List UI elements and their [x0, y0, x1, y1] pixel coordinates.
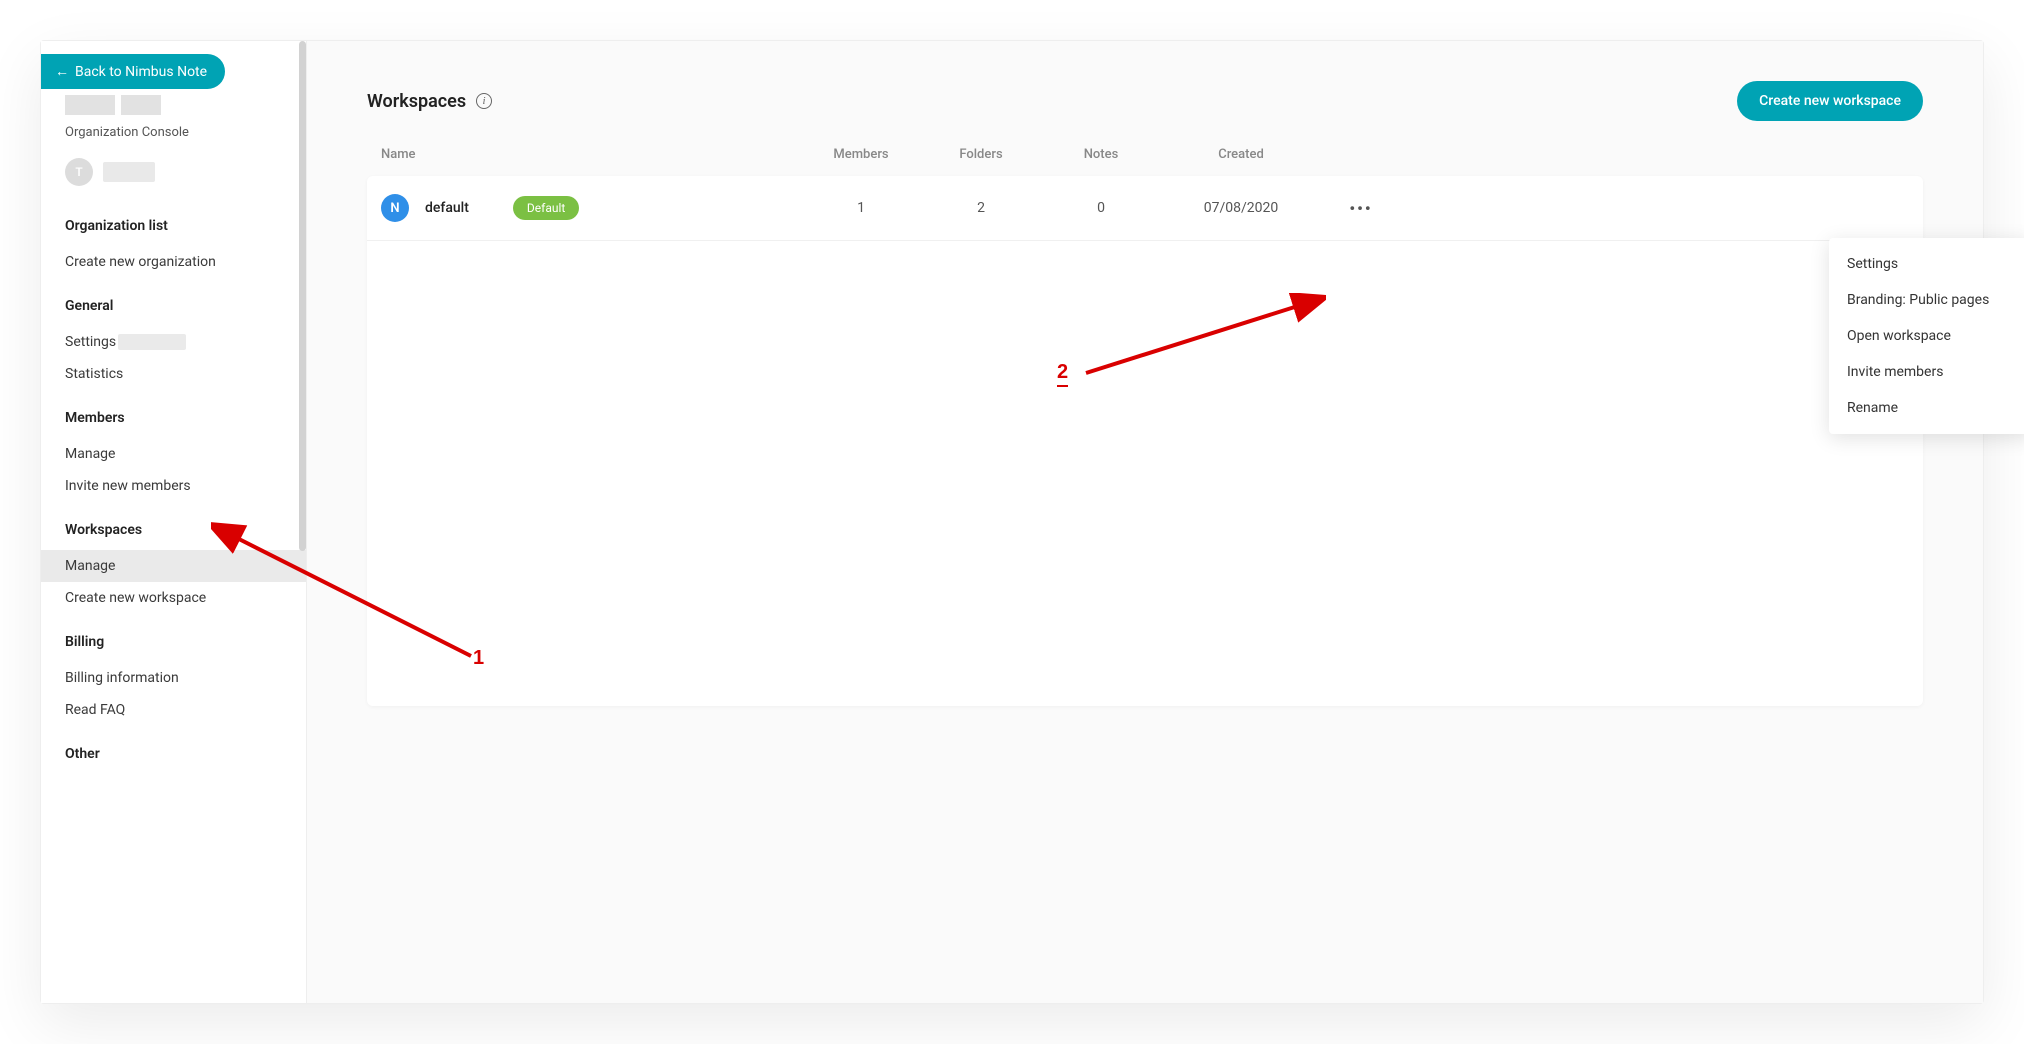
user-name-placeholder	[103, 162, 155, 182]
nav-heading: General	[41, 298, 306, 326]
main-header: Workspaces i Create new workspace	[367, 81, 1923, 121]
nav-item-members-manage[interactable]: Manage	[41, 438, 306, 470]
workspace-name: default	[425, 200, 469, 216]
user-block[interactable]: T	[41, 158, 306, 204]
row-actions-button[interactable]: •••	[1321, 199, 1401, 218]
menu-item-settings[interactable]: Settings	[1829, 246, 2024, 282]
back-to-nimbus-button[interactable]: ← Back to Nimbus Note	[41, 54, 225, 89]
menu-item-rename[interactable]: Rename	[1829, 390, 2024, 426]
page-title: Workspaces	[367, 91, 466, 112]
org-block: Organization Console	[41, 95, 306, 158]
info-icon[interactable]: i	[476, 93, 492, 109]
nav-section-members: Members Manage Invite new members	[41, 396, 306, 508]
sidebar: Organization Console T Organization list…	[41, 41, 307, 1003]
th-notes: Notes	[1041, 147, 1161, 162]
th-created: Created	[1161, 147, 1321, 162]
org-console-label: Organization Console	[65, 125, 282, 140]
back-button-label: Back to Nimbus Note	[75, 64, 207, 80]
nav-item-read-faq[interactable]: Read FAQ	[41, 694, 306, 726]
settings-badge-placeholder	[118, 334, 186, 350]
cell-members: 1	[801, 200, 921, 216]
table-header: Name Members Folders Notes Created	[367, 147, 1923, 176]
nav-heading: Other	[41, 746, 306, 774]
nav-item-statistics[interactable]: Statistics	[41, 358, 306, 390]
sidebar-scrollbar[interactable]	[299, 41, 306, 551]
page-title-wrap: Workspaces i	[367, 91, 492, 112]
nav-section-organization: Organization list Create new organizatio…	[41, 204, 306, 284]
nav-item-billing-info[interactable]: Billing information	[41, 662, 306, 694]
avatar: T	[65, 158, 93, 186]
nav-item-create-workspace[interactable]: Create new workspace	[41, 582, 306, 614]
table-card: N default Default 1 2 0 07/08/2020 ••• S…	[367, 176, 1923, 706]
org-name-placeholder	[65, 95, 282, 115]
main-content: Workspaces i Create new workspace Name M…	[307, 41, 1983, 1003]
create-workspace-button[interactable]: Create new workspace	[1737, 81, 1923, 121]
nav-heading: Organization list	[41, 218, 306, 246]
nav-item-settings[interactable]: Settings	[41, 326, 306, 358]
workspace-icon: N	[381, 194, 409, 222]
arrow-left-icon: ←	[55, 63, 69, 80]
table-row[interactable]: N default Default 1 2 0 07/08/2020 •••	[367, 176, 1923, 241]
cell-notes: 0	[1041, 200, 1161, 216]
nav-section-billing: Billing Billing information Read FAQ	[41, 620, 306, 732]
menu-item-open-workspace[interactable]: Open workspace	[1829, 318, 2024, 354]
menu-item-branding[interactable]: Branding: Public pages	[1829, 282, 2024, 318]
nav-item-create-org[interactable]: Create new organization	[41, 246, 306, 278]
cell-folders: 2	[921, 200, 1041, 216]
th-folders: Folders	[921, 147, 1041, 162]
nav-section-workspaces: Workspaces Manage Create new workspace	[41, 508, 306, 620]
workspaces-table: Name Members Folders Notes Created N def…	[367, 147, 1923, 706]
menu-item-invite-members[interactable]: Invite members	[1829, 354, 2024, 390]
th-members: Members	[801, 147, 921, 162]
workspace-name-cell: N default Default	[381, 194, 801, 222]
nav-item-workspaces-manage[interactable]: Manage	[41, 550, 306, 582]
nav-item-invite-members[interactable]: Invite new members	[41, 470, 306, 502]
app-frame: ← Back to Nimbus Note Organization Conso…	[40, 40, 1984, 1004]
th-name: Name	[381, 147, 801, 162]
nav-heading: Workspaces	[41, 522, 306, 550]
ellipsis-icon: •••	[1349, 199, 1372, 218]
cell-created: 07/08/2020	[1161, 200, 1321, 216]
nav-section-other: Other	[41, 732, 306, 780]
th-actions	[1321, 147, 1401, 162]
nav-heading: Billing	[41, 634, 306, 662]
row-context-menu: Settings Branding: Public pages Open wor…	[1829, 238, 2024, 434]
nav-section-general: General Settings Statistics	[41, 284, 306, 396]
default-badge: Default	[513, 196, 579, 220]
nav-heading: Members	[41, 410, 306, 438]
